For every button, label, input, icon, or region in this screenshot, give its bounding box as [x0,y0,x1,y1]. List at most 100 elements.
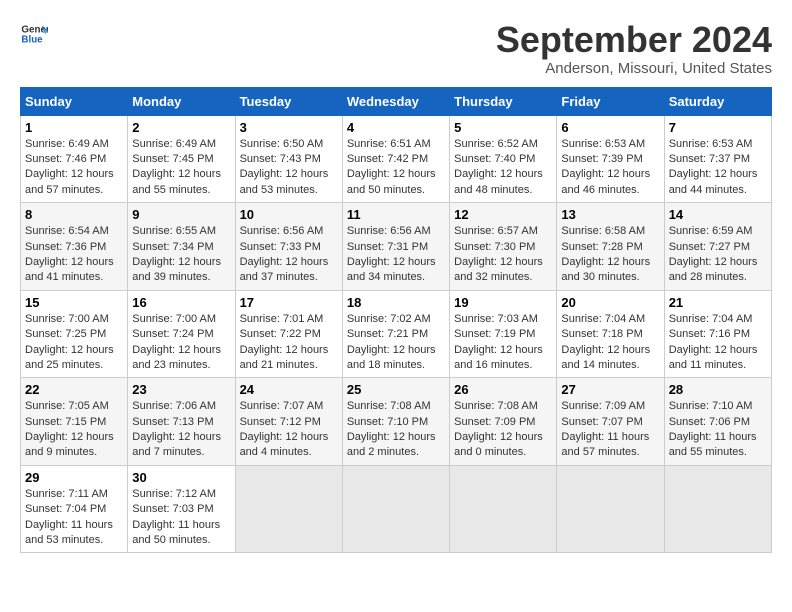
week-row-1: 1 Sunrise: 6:49 AM Sunset: 7:46 PM Daylig… [21,115,772,203]
day-number: 13 [561,207,659,222]
day-info: Sunrise: 6:55 AM Sunset: 7:34 PM Dayligh… [132,224,230,286]
header-saturday: Saturday [664,87,771,115]
calendar-subtitle: Anderson, Missouri, United States [496,60,772,77]
day-info: Sunrise: 7:00 AM Sunset: 7:25 PM Dayligh… [25,312,123,374]
day-number: 4 [347,120,445,135]
day-cell: 6 Sunrise: 6:53 AM Sunset: 7:39 PM Daylig… [557,115,664,203]
day-number: 6 [561,120,659,135]
day-number: 27 [561,382,659,397]
day-cell: 3 Sunrise: 6:50 AM Sunset: 7:43 PM Daylig… [235,115,342,203]
day-info: Sunrise: 7:12 AM Sunset: 7:03 PM Dayligh… [132,487,230,549]
day-number: 16 [132,295,230,310]
day-cell: 2Sunrise: 6:49 AM Sunset: 7:45 PM Daylig… [128,115,235,203]
day-info: Sunrise: 7:08 AM Sunset: 7:10 PM Dayligh… [347,399,445,461]
day-number: 18 [347,295,445,310]
logo-icon: General Blue [20,20,48,48]
day-cell: 7 Sunrise: 6:53 AM Sunset: 7:37 PM Daylig… [664,115,771,203]
day-cell: 29 Sunrise: 7:11 AM Sunset: 7:04 PM Dayli… [21,465,128,553]
calendar-body: 1 Sunrise: 6:49 AM Sunset: 7:46 PM Daylig… [21,115,772,553]
day-info: Sunrise: 6:58 AM Sunset: 7:28 PM Dayligh… [561,224,659,286]
day-info: Sunrise: 6:53 AM Sunset: 7:39 PM Dayligh… [561,137,659,199]
day-number: 20 [561,295,659,310]
header-tuesday: Tuesday [235,87,342,115]
day-info: Sunrise: 6:51 AM Sunset: 7:42 PM Dayligh… [347,137,445,199]
day-cell: 15Sunrise: 7:00 AM Sunset: 7:25 PM Dayli… [21,290,128,378]
day-cell: 16Sunrise: 7:00 AM Sunset: 7:24 PM Dayli… [128,290,235,378]
day-cell: 1 Sunrise: 6:49 AM Sunset: 7:46 PM Daylig… [21,115,128,203]
day-number: 2 [132,120,230,135]
calendar-header: Sunday Monday Tuesday Wednesday Thursday… [21,87,772,115]
day-cell: 26Sunrise: 7:08 AM Sunset: 7:09 PM Dayli… [450,378,557,466]
day-info: Sunrise: 6:56 AM Sunset: 7:33 PM Dayligh… [240,224,338,286]
week-row-3: 15Sunrise: 7:00 AM Sunset: 7:25 PM Dayli… [21,290,772,378]
header-sunday: Sunday [21,87,128,115]
day-info: Sunrise: 7:05 AM Sunset: 7:15 PM Dayligh… [25,399,123,461]
day-number: 26 [454,382,552,397]
day-cell: 28 Sunrise: 7:10 AM Sunset: 7:06 PM Dayli… [664,378,771,466]
day-cell: 25Sunrise: 7:08 AM Sunset: 7:10 PM Dayli… [342,378,449,466]
day-number: 29 [25,470,123,485]
day-cell [235,465,342,553]
day-number: 28 [669,382,767,397]
day-info: Sunrise: 7:04 AM Sunset: 7:18 PM Dayligh… [561,312,659,374]
day-cell: 19 Sunrise: 7:03 AM Sunset: 7:19 PM Dayli… [450,290,557,378]
day-number: 22 [25,382,123,397]
day-number: 17 [240,295,338,310]
day-number: 30 [132,470,230,485]
day-cell: 4 Sunrise: 6:51 AM Sunset: 7:42 PM Daylig… [342,115,449,203]
day-cell [450,465,557,553]
day-cell [342,465,449,553]
day-info: Sunrise: 6:50 AM Sunset: 7:43 PM Dayligh… [240,137,338,199]
day-cell: 5 Sunrise: 6:52 AM Sunset: 7:40 PM Daylig… [450,115,557,203]
day-number: 9 [132,207,230,222]
day-info: Sunrise: 6:57 AM Sunset: 7:30 PM Dayligh… [454,224,552,286]
day-info: Sunrise: 6:54 AM Sunset: 7:36 PM Dayligh… [25,224,123,286]
header-monday: Monday [128,87,235,115]
day-info: Sunrise: 7:02 AM Sunset: 7:21 PM Dayligh… [347,312,445,374]
header-friday: Friday [557,87,664,115]
day-cell: 22 Sunrise: 7:05 AM Sunset: 7:15 PM Dayli… [21,378,128,466]
day-cell: 17 Sunrise: 7:01 AM Sunset: 7:22 PM Dayli… [235,290,342,378]
day-info: Sunrise: 6:59 AM Sunset: 7:27 PM Dayligh… [669,224,767,286]
day-number: 21 [669,295,767,310]
svg-text:Blue: Blue [21,34,43,45]
week-row-5: 29 Sunrise: 7:11 AM Sunset: 7:04 PM Dayli… [21,465,772,553]
day-info: Sunrise: 7:06 AM Sunset: 7:13 PM Dayligh… [132,399,230,461]
header-wednesday: Wednesday [342,87,449,115]
logo: General Blue [20,20,48,48]
day-number: 10 [240,207,338,222]
day-cell: 18 Sunrise: 7:02 AM Sunset: 7:21 PM Dayli… [342,290,449,378]
week-row-2: 8Sunrise: 6:54 AM Sunset: 7:36 PM Daylig… [21,203,772,291]
day-info: Sunrise: 7:11 AM Sunset: 7:04 PM Dayligh… [25,487,123,549]
header-row: Sunday Monday Tuesday Wednesday Thursday… [21,87,772,115]
day-number: 11 [347,207,445,222]
day-number: 1 [25,120,123,135]
day-cell: 23 Sunrise: 7:06 AM Sunset: 7:13 PM Dayli… [128,378,235,466]
day-cell: 11 Sunrise: 6:56 AM Sunset: 7:31 PM Dayli… [342,203,449,291]
day-info: Sunrise: 6:49 AM Sunset: 7:46 PM Dayligh… [25,137,123,199]
day-cell: 8Sunrise: 6:54 AM Sunset: 7:36 PM Daylig… [21,203,128,291]
day-cell: 13 Sunrise: 6:58 AM Sunset: 7:28 PM Dayli… [557,203,664,291]
day-info: Sunrise: 7:10 AM Sunset: 7:06 PM Dayligh… [669,399,767,461]
calendar-title: September 2024 [496,20,772,60]
day-number: 7 [669,120,767,135]
day-number: 23 [132,382,230,397]
day-info: Sunrise: 7:01 AM Sunset: 7:22 PM Dayligh… [240,312,338,374]
day-cell: 12Sunrise: 6:57 AM Sunset: 7:30 PM Dayli… [450,203,557,291]
day-cell [557,465,664,553]
day-cell: 14Sunrise: 6:59 AM Sunset: 7:27 PM Dayli… [664,203,771,291]
day-info: Sunrise: 6:56 AM Sunset: 7:31 PM Dayligh… [347,224,445,286]
day-cell: 20 Sunrise: 7:04 AM Sunset: 7:18 PM Dayli… [557,290,664,378]
day-info: Sunrise: 7:09 AM Sunset: 7:07 PM Dayligh… [561,399,659,461]
day-number: 19 [454,295,552,310]
week-row-4: 22 Sunrise: 7:05 AM Sunset: 7:15 PM Dayli… [21,378,772,466]
day-number: 5 [454,120,552,135]
day-cell: 24Sunrise: 7:07 AM Sunset: 7:12 PM Dayli… [235,378,342,466]
calendar-table: Sunday Monday Tuesday Wednesday Thursday… [20,87,772,554]
day-info: Sunrise: 7:04 AM Sunset: 7:16 PM Dayligh… [669,312,767,374]
day-cell: 30 Sunrise: 7:12 AM Sunset: 7:03 PM Dayli… [128,465,235,553]
day-info: Sunrise: 6:53 AM Sunset: 7:37 PM Dayligh… [669,137,767,199]
day-info: Sunrise: 7:03 AM Sunset: 7:19 PM Dayligh… [454,312,552,374]
day-number: 3 [240,120,338,135]
day-info: Sunrise: 6:52 AM Sunset: 7:40 PM Dayligh… [454,137,552,199]
